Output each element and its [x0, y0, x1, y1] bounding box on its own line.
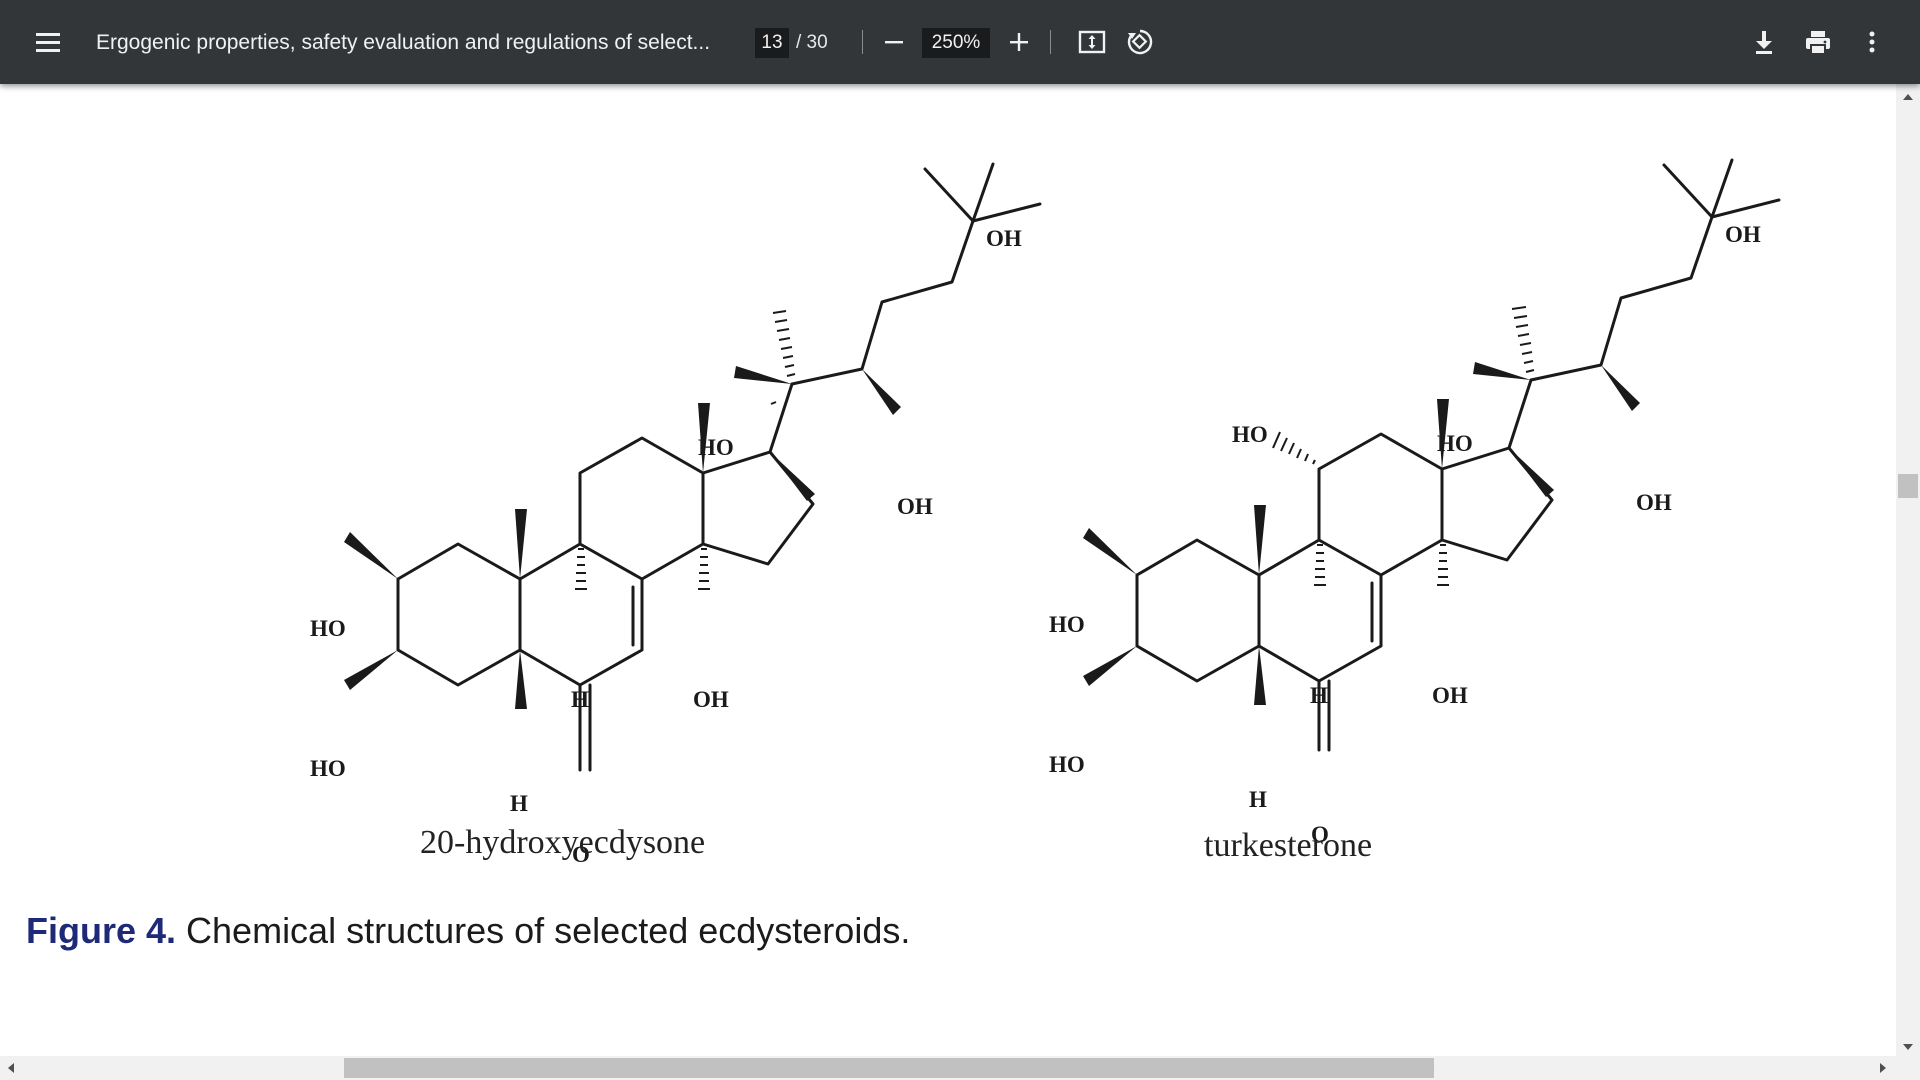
horizontal-scroll-thumb[interactable] [344, 1058, 1434, 1078]
label-h-c5: H [510, 791, 528, 816]
wedge-bonds-left [344, 366, 901, 709]
print-icon [1806, 31, 1830, 55]
page-total: / 30 [796, 32, 828, 53]
label-ho-c2: HO [1049, 612, 1085, 637]
zoom-in-button[interactable] [1001, 24, 1037, 60]
wedge-bonds-right [1083, 362, 1640, 705]
print-button[interactable] [1800, 24, 1836, 60]
label-oh-c14: OH [693, 687, 729, 712]
scroll-left-arrow-icon[interactable] [8, 1063, 14, 1073]
minus-icon [885, 41, 903, 44]
scroll-up-arrow-icon[interactable] [1903, 94, 1913, 100]
label-ho-c2: HO [310, 616, 346, 641]
label-h-c9: H [1310, 683, 1328, 708]
label-h-c9: H [571, 687, 589, 712]
document-title: Ergogenic properties, safety evaluation … [96, 31, 711, 54]
vertical-scrollbar[interactable] [1896, 84, 1920, 1056]
hamburger-menu-icon[interactable] [30, 24, 66, 60]
scroll-down-arrow-icon[interactable] [1903, 1044, 1913, 1050]
rotate-icon [1127, 29, 1153, 55]
label-oh-top: OH [986, 226, 1022, 251]
hashed-bonds-left [575, 310, 796, 590]
rotate-button[interactable] [1122, 24, 1158, 60]
zoom-level-input[interactable]: 250% [922, 28, 990, 58]
label-ho-c3: HO [1049, 752, 1085, 777]
atom-labels-left: OH HO OH HO HO H H OH O [310, 226, 1022, 867]
label-oh-c22: OH [1636, 490, 1672, 515]
caption-text: Chemical structures of selected ecdyster… [176, 910, 911, 951]
more-options-button[interactable] [1854, 24, 1890, 60]
download-button[interactable] [1746, 24, 1782, 60]
label-oh-c22: OH [897, 494, 933, 519]
structure-20-hydroxyecdysone [396, 162, 1042, 772]
horizontal-scrollbar[interactable] [0, 1056, 1920, 1080]
label-oh-top: OH [1725, 222, 1761, 247]
compound-name-right: turkesterone [1204, 827, 1373, 864]
more-vert-icon [1869, 31, 1875, 53]
label-oh-c14: OH [1432, 683, 1468, 708]
pdf-page-view: OH HO OH HO HO H H OH O OH HO OH HO HO H… [0, 84, 1896, 1056]
scroll-right-arrow-icon[interactable] [1880, 1063, 1886, 1073]
zoom-out-button[interactable] [876, 24, 912, 60]
label-ho-c20: HO [698, 435, 734, 460]
label-ho-c20: HO [1437, 431, 1473, 456]
toolbar-divider [862, 30, 863, 54]
vertical-scroll-thumb[interactable] [1898, 474, 1918, 498]
fit-to-page-button[interactable] [1074, 24, 1110, 60]
pdf-toolbar: Ergogenic properties, safety evaluation … [0, 0, 1920, 84]
page-number-input[interactable]: 13 [755, 28, 789, 58]
download-icon [1756, 31, 1772, 54]
toolbar-divider [1050, 30, 1051, 54]
atom-labels-right: OH HO OH HO HO HO H H OH O [1049, 222, 1761, 847]
figure-caption: Figure 4. Chemical structures of selecte… [26, 910, 910, 952]
caption-label: Figure 4. [26, 910, 177, 951]
label-h-c5: H [1249, 787, 1267, 812]
plus-icon [1010, 33, 1028, 51]
label-ho-c3: HO [310, 756, 346, 781]
label-ho-c11: HO [1232, 422, 1268, 447]
fit-to-page-icon [1078, 30, 1106, 54]
compound-name-left: 20-hydroxyecdysone [420, 824, 706, 861]
